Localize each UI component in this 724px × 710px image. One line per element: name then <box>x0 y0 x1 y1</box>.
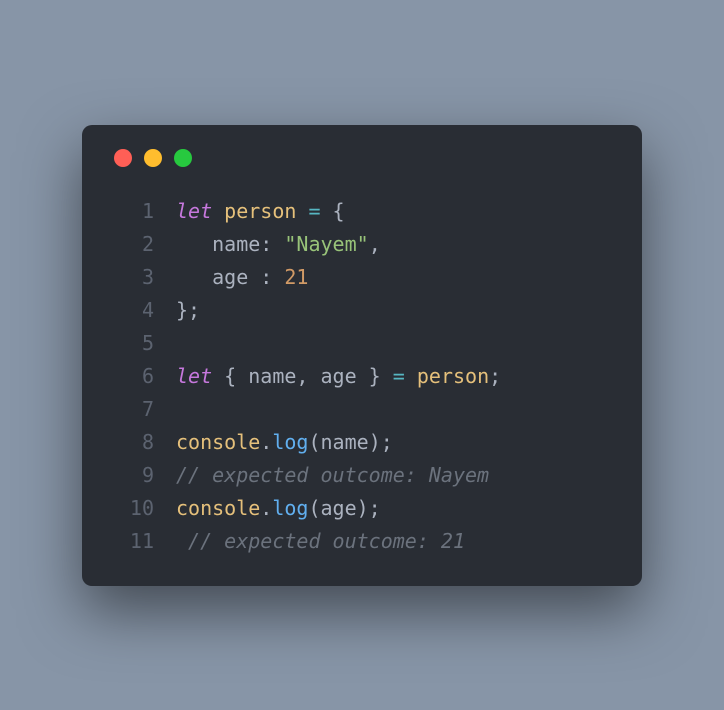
token-punc: }; <box>176 298 200 322</box>
token-str: "Nayem" <box>284 232 368 256</box>
token-comment: // expected outcome: Nayem <box>176 463 489 487</box>
token-punc: . <box>260 496 272 520</box>
token-obj: console <box>176 430 260 454</box>
token-prop: age <box>321 364 357 388</box>
code-line: 5 <box>110 327 614 360</box>
line-number: 4 <box>110 294 154 327</box>
line-number: 5 <box>110 327 154 360</box>
token-punc: { <box>321 199 345 223</box>
token-txt <box>176 232 212 256</box>
line-number: 7 <box>110 393 154 426</box>
line-number: 8 <box>110 426 154 459</box>
token-var: person <box>417 364 489 388</box>
token-txt <box>272 265 284 289</box>
token-txt <box>405 364 417 388</box>
token-txt <box>296 199 308 223</box>
token-op: = <box>393 364 405 388</box>
code-line: 2 name: "Nayem", <box>110 228 614 261</box>
token-punc: ( <box>308 496 320 520</box>
line-content: let person = { <box>176 195 345 228</box>
window-titlebar <box>110 149 614 167</box>
token-op: = <box>308 199 320 223</box>
token-prop: name <box>212 232 260 256</box>
token-punc: { <box>212 364 248 388</box>
token-prop: age <box>321 496 357 520</box>
code-line: 3 age : 21 <box>110 261 614 294</box>
code-block: 1let person = {2 name: "Nayem",3 age : 2… <box>110 195 614 558</box>
token-punc: ; <box>489 364 501 388</box>
code-line: 7 <box>110 393 614 426</box>
token-fn: log <box>272 430 308 454</box>
code-line: 8 console.log(name); <box>110 426 614 459</box>
code-line: 4}; <box>110 294 614 327</box>
line-number: 9 <box>110 459 154 492</box>
token-prop: name <box>321 430 369 454</box>
token-punc: , <box>369 232 381 256</box>
line-number: 2 <box>110 228 154 261</box>
token-txt <box>272 232 284 256</box>
line-content <box>176 327 188 360</box>
token-punc: : <box>260 265 272 289</box>
code-line: 10 console.log(age); <box>110 492 614 525</box>
line-number: 6 <box>110 360 154 393</box>
token-punc: , <box>296 364 308 388</box>
line-content: console.log(name); <box>176 426 393 459</box>
token-txt <box>308 364 320 388</box>
close-icon[interactable] <box>114 149 132 167</box>
line-number: 10 <box>110 492 154 525</box>
code-line: 1 let person = { <box>110 195 614 228</box>
maximize-icon[interactable] <box>174 149 192 167</box>
token-kw: let <box>176 364 212 388</box>
line-content: let { name, age } = person; <box>176 360 501 393</box>
token-prop: age <box>212 265 248 289</box>
token-txt <box>212 199 224 223</box>
token-num: 21 <box>284 265 308 289</box>
token-var: person <box>224 199 296 223</box>
line-content: name: "Nayem", <box>176 228 381 261</box>
line-number: 3 <box>110 261 154 294</box>
line-content <box>176 393 188 426</box>
token-txt <box>248 265 260 289</box>
token-punc: ( <box>308 430 320 454</box>
token-fn: log <box>272 496 308 520</box>
token-prop: name <box>248 364 296 388</box>
line-content: // expected outcome: Nayem <box>176 459 489 492</box>
line-content: age : 21 <box>176 261 308 294</box>
minimize-icon[interactable] <box>144 149 162 167</box>
line-content: }; <box>176 294 200 327</box>
code-line: 6 let { name, age } = person; <box>110 360 614 393</box>
line-content: // expected outcome: 21 <box>176 525 465 558</box>
token-punc: . <box>260 430 272 454</box>
line-number: 1 <box>110 195 154 228</box>
code-window: 1let person = {2 name: "Nayem",3 age : 2… <box>82 125 642 586</box>
token-punc: ); <box>369 430 393 454</box>
token-punc: : <box>260 232 272 256</box>
code-line: 9 // expected outcome: Nayem <box>110 459 614 492</box>
token-comment: // expected outcome: 21 <box>176 529 465 553</box>
token-punc: ); <box>357 496 381 520</box>
token-kw: let <box>176 199 212 223</box>
code-line: 11 // expected outcome: 21 <box>110 525 614 558</box>
token-punc: } <box>357 364 393 388</box>
line-number: 11 <box>110 525 154 558</box>
token-txt <box>176 265 212 289</box>
line-content: console.log(age); <box>176 492 381 525</box>
token-obj: console <box>176 496 260 520</box>
